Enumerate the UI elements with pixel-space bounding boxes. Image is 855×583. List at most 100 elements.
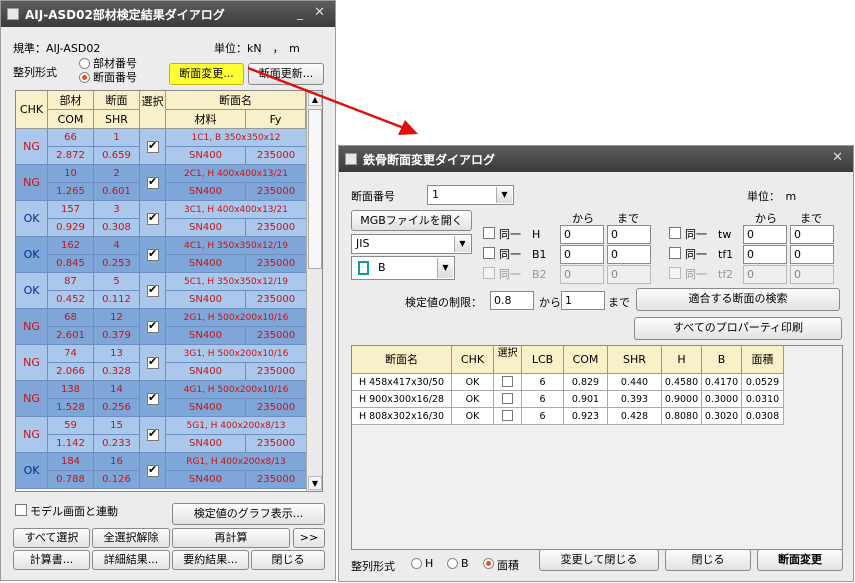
candidate-name: H 900x300x16/28	[352, 391, 452, 408]
candidate-area: 0.0308	[742, 408, 784, 425]
candidate-select-cell	[494, 374, 522, 391]
arrow-line	[247, 66, 405, 130]
candidate-lcb: 6	[522, 391, 564, 408]
candidate-select-cell	[494, 391, 522, 408]
candidate-row[interactable]: H 900x300x16/28 OK 6 0.901 0.393 0.9000 0.3000…	[352, 391, 784, 408]
candidate-row[interactable]: H 458x417x30/50 OK 6 0.829 0.440 0.4580 0.4170…	[352, 374, 784, 391]
tf1-from-input[interactable]: 0	[743, 245, 787, 264]
tf1-to-input[interactable]: 0	[790, 245, 834, 264]
section-number-value: 1	[432, 188, 439, 201]
limit-from-input[interactable]: 0.8	[490, 291, 534, 310]
same-tw-label: 同一 tw	[685, 228, 732, 241]
same-tf1-label: 同一 tf1	[685, 248, 734, 261]
h-to-input[interactable]: 0	[607, 225, 651, 244]
limit-from-label: から	[539, 296, 561, 309]
shape-combo[interactable]: B ▼	[351, 256, 455, 280]
section-candidate-grid: 断面名 CHK 選択 LCB COM SHR H B 面積 H 458x417x30/50 OK 6…	[351, 345, 843, 550]
change-and-close-button[interactable]: 変更して閉じる	[539, 549, 659, 571]
shape-value: B	[378, 261, 386, 274]
same-b1-checkbox[interactable]	[483, 247, 495, 259]
tw-to-input[interactable]: 0	[790, 225, 834, 244]
candidate-h: 0.4580	[662, 374, 702, 391]
candidate-chk: OK	[452, 391, 494, 408]
col-header-b[interactable]: B	[702, 346, 742, 374]
candidate-shr: 0.440	[608, 374, 662, 391]
search-sections-button[interactable]: 適合する断面の検索	[636, 288, 840, 311]
col-header-shr[interactable]: SHR	[608, 346, 662, 374]
to-label-right: まで	[800, 212, 822, 225]
candidate-select-cell	[494, 408, 522, 425]
limit-label: 検定値の制限：	[405, 296, 482, 309]
section-number-combo[interactable]: 1 ▼	[427, 185, 514, 205]
to-label-left: まで	[617, 212, 639, 225]
b1-to-input[interactable]: 0	[607, 245, 651, 264]
candidate-shr: 0.428	[608, 408, 662, 425]
sort-b-label: B	[461, 557, 469, 570]
candidate-lcb: 6	[522, 408, 564, 425]
window-icon	[345, 153, 357, 165]
same-tf2-label: 同一 tf2	[685, 268, 734, 281]
chevron-down-icon[interactable]: ▼	[437, 258, 453, 278]
same-tw-checkbox[interactable]	[669, 227, 681, 239]
right-sort-label: 整列形式	[351, 560, 395, 573]
b2-to-input[interactable]: 0	[607, 265, 651, 284]
same-h-checkbox[interactable]	[483, 227, 495, 239]
candidate-name: H 458x417x30/50	[352, 374, 452, 391]
candidate-com: 0.901	[564, 391, 608, 408]
candidate-area: 0.0310	[742, 391, 784, 408]
col-header-h[interactable]: H	[662, 346, 702, 374]
candidate-select-checkbox[interactable]	[502, 410, 513, 421]
candidate-b: 0.3000	[702, 391, 742, 408]
standard-combo[interactable]: JIS ▼	[351, 234, 472, 254]
sort-h-label: H	[425, 557, 434, 570]
candidate-com: 0.923	[564, 408, 608, 425]
section-number-label: 断面番号	[351, 190, 395, 203]
tw-from-input[interactable]: 0	[743, 225, 787, 244]
open-mgb-button[interactable]: MGBファイルを開く	[351, 210, 472, 231]
candidate-area: 0.0529	[742, 374, 784, 391]
sort-h-radio[interactable]	[411, 558, 422, 569]
same-b2-label: 同一 B2	[499, 268, 547, 281]
candidate-select-checkbox[interactable]	[502, 393, 513, 404]
candidate-row[interactable]: H 808x302x16/30 OK 6 0.923 0.428 0.8080 0.3020…	[352, 408, 784, 425]
chevron-down-icon[interactable]: ▼	[454, 236, 470, 252]
col-header-lcb[interactable]: LCB	[522, 346, 564, 374]
b2-from-input[interactable]: 0	[560, 265, 604, 284]
col-header-com[interactable]: COM	[564, 346, 608, 374]
candidate-chk: OK	[452, 408, 494, 425]
candidate-com: 0.829	[564, 374, 608, 391]
tf2-to-input[interactable]: 0	[790, 265, 834, 284]
same-tf1-checkbox[interactable]	[669, 247, 681, 259]
limit-to-label: まで	[608, 296, 630, 309]
b1-from-input[interactable]: 0	[560, 245, 604, 264]
same-h-label: 同一 H	[499, 228, 541, 241]
print-all-properties-button[interactable]: すべてのプロパーティ印刷	[634, 317, 842, 340]
apply-section-change-button[interactable]: 断面変更	[757, 549, 843, 571]
h-from-input[interactable]: 0	[560, 225, 604, 244]
col-header-area[interactable]: 面積	[742, 346, 784, 374]
same-tf2-checkbox[interactable]	[669, 267, 681, 279]
candidate-name: H 808x302x16/30	[352, 408, 452, 425]
sort-area-radio[interactable]	[483, 558, 494, 569]
same-b2-checkbox[interactable]	[483, 267, 495, 279]
box-section-icon	[358, 261, 369, 275]
candidate-chk: OK	[452, 374, 494, 391]
right-close-button[interactable]: 閉じる	[665, 549, 751, 571]
candidate-b: 0.3020	[702, 408, 742, 425]
candidate-h: 0.8080	[662, 408, 702, 425]
from-label-right: から	[755, 212, 777, 225]
limit-to-input[interactable]: 1	[561, 291, 605, 310]
close-icon[interactable]: ✕	[832, 150, 843, 165]
tf2-from-input[interactable]: 0	[743, 265, 787, 284]
right-window-title: 鉄骨断面変更ダイアログ	[363, 152, 496, 167]
right-title-bar[interactable]: 鉄骨断面変更ダイアログ ✕	[339, 146, 853, 172]
col-header-chk[interactable]: CHK	[452, 346, 494, 374]
col-header-section-name[interactable]: 断面名	[352, 346, 452, 374]
col-header-select[interactable]: 選択	[494, 346, 522, 374]
candidate-select-checkbox[interactable]	[502, 376, 513, 387]
sort-b-radio[interactable]	[447, 558, 458, 569]
same-b1-label: 同一 B1	[499, 248, 547, 261]
candidate-b: 0.4170	[702, 374, 742, 391]
sort-area-label: 面積	[497, 559, 519, 572]
chevron-down-icon[interactable]: ▼	[496, 187, 512, 203]
